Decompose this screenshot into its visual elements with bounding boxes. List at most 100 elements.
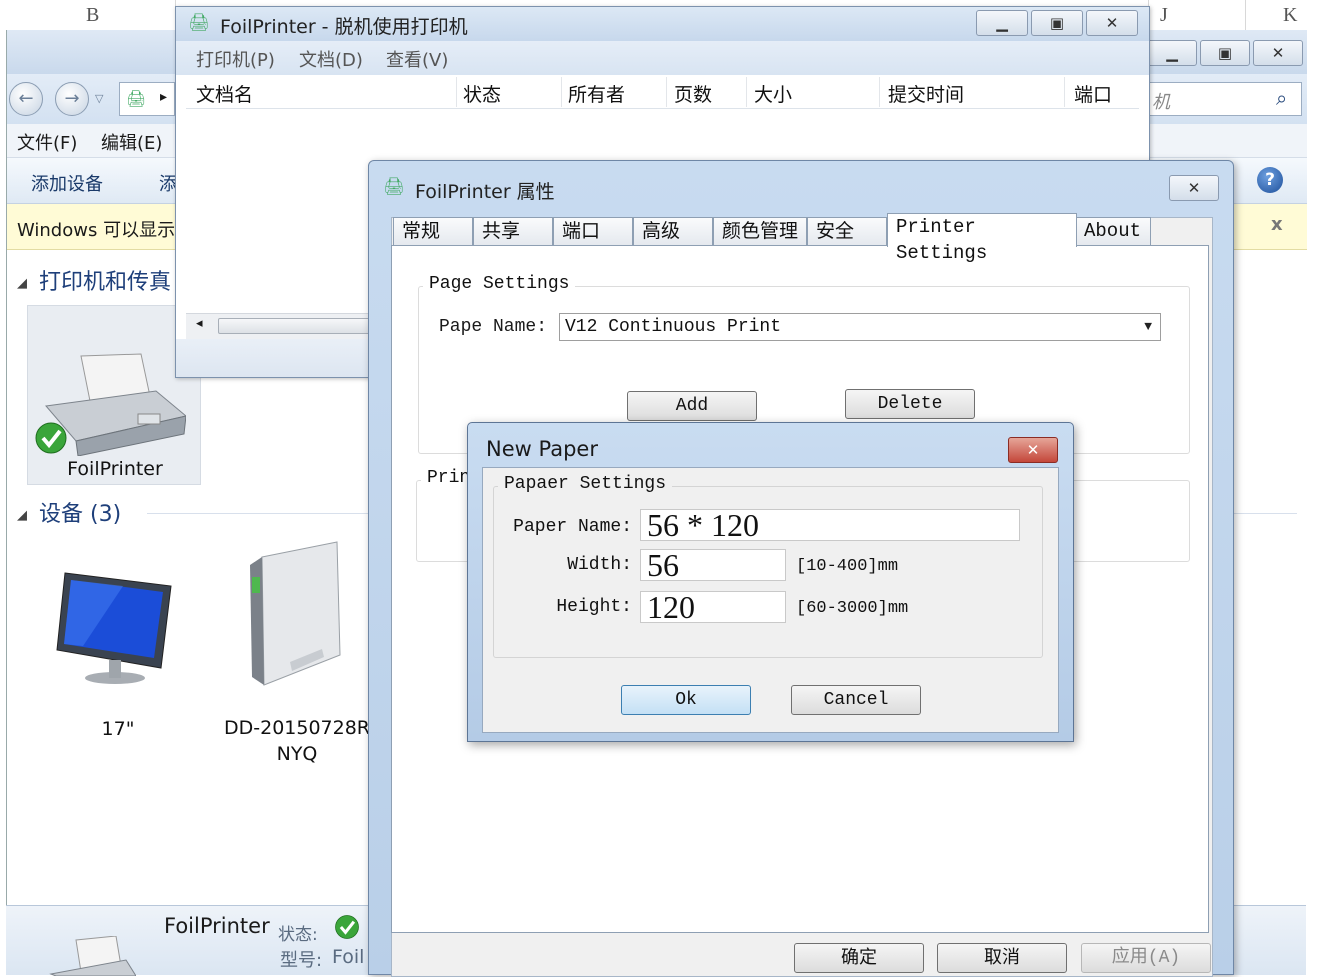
- device-tile-drive[interactable]: DD-20150728R NYQ: [217, 535, 377, 765]
- new-paper-title: New Paper: [486, 437, 598, 461]
- tab-general[interactable]: 常规: [393, 217, 473, 246]
- properties-close-button[interactable]: ✕: [1169, 175, 1219, 201]
- width-input[interactable]: 56: [640, 549, 786, 581]
- printer-thumbnail-icon: [49, 936, 136, 976]
- column-submitted[interactable]: 提交时间: [888, 80, 964, 107]
- queue-minimize-button[interactable]: ▁: [976, 10, 1028, 36]
- menu-file[interactable]: 文件(F): [17, 129, 77, 155]
- height-range: [60-3000]mm: [796, 599, 909, 618]
- height-input[interactable]: 120: [640, 591, 786, 623]
- add-paper-button[interactable]: Add: [627, 391, 757, 421]
- column-status[interactable]: 状态: [463, 80, 501, 107]
- column-port[interactable]: 端口: [1074, 80, 1112, 107]
- default-check-icon: [35, 422, 67, 454]
- paper-name-label: Pape Name:: [439, 317, 548, 337]
- menu-edit[interactable]: 编辑(E): [101, 129, 162, 155]
- back-arrow-icon: ←: [18, 88, 34, 109]
- width-label: Width:: [567, 555, 632, 575]
- print-queue-title-bar: 🖨 FoilPrinter - 脱机使用打印机 ▁ ▣ ✕: [176, 7, 1149, 41]
- search-input[interactable]: 机: [1152, 88, 1170, 114]
- tab-security[interactable]: 安全: [807, 217, 887, 246]
- new-paper-cancel-button[interactable]: Cancel: [791, 685, 921, 715]
- new-paper-body: Papaer Settings Paper Name: 56 * 120 Wid…: [482, 467, 1059, 733]
- column-header-b[interactable]: B: [86, 4, 99, 27]
- back-button[interactable]: ←: [9, 82, 43, 116]
- paper-name-input[interactable]: 56 * 120: [640, 509, 1020, 541]
- properties-title: FoilPrinter 属性: [415, 181, 555, 203]
- height-label: Height:: [556, 597, 632, 617]
- close-button[interactable]: ✕: [1253, 40, 1303, 66]
- minimize-icon: ▁: [996, 14, 1008, 32]
- scrollbar-thumb[interactable]: [218, 318, 388, 334]
- close-icon: ✕: [1026, 441, 1040, 459]
- printers-section-title[interactable]: 打印机和传真: [39, 264, 171, 296]
- new-paper-ok-button[interactable]: Ok: [621, 685, 751, 715]
- maximize-icon: ▣: [1217, 44, 1233, 62]
- info-bar-close-icon[interactable]: x: [1271, 214, 1283, 235]
- queue-maximize-button[interactable]: ▣: [1031, 10, 1083, 36]
- column-owner[interactable]: 所有者: [568, 80, 625, 107]
- device-label-drive-line2: NYQ: [276, 743, 318, 765]
- tab-printer-settings[interactable]: Printer Settings: [887, 213, 1077, 264]
- close-icon: ✕: [1187, 179, 1201, 197]
- help-icon[interactable]: ?: [1257, 167, 1283, 193]
- search-icon[interactable]: ⌕: [1276, 86, 1287, 110]
- search-box[interactable]: 机 ⌕: [1147, 82, 1302, 116]
- details-model-value: Foil: [332, 946, 365, 968]
- print-queue-menu-bar: 打印机(P) 文档(D) 查看(V): [176, 41, 1149, 75]
- menu-printer[interactable]: 打印机(P): [196, 46, 275, 72]
- width-range: [10-400]mm: [796, 557, 899, 576]
- add-device-button[interactable]: 添加设备: [31, 170, 103, 196]
- apply-button[interactable]: 应用(A): [1081, 943, 1211, 973]
- forward-button[interactable]: →: [55, 82, 89, 116]
- tab-sharing[interactable]: 共享: [473, 217, 553, 246]
- scroll-left-icon[interactable]: ◂: [196, 316, 203, 331]
- maximize-button[interactable]: ▣: [1200, 40, 1250, 66]
- devices-section-title[interactable]: 设备 (3): [39, 496, 121, 528]
- paper-name-selected: V12 Continuous Print: [565, 317, 782, 337]
- minimize-icon: ▁: [1166, 44, 1178, 62]
- column-header-j[interactable]: J: [1160, 4, 1168, 27]
- column-size[interactable]: 大小: [754, 80, 792, 107]
- new-paper-dialog: New Paper ✕ Papaer Settings Paper Name: …: [467, 422, 1074, 742]
- ok-button[interactable]: 确定: [794, 943, 924, 973]
- device-tile-monitor[interactable]: 17": [43, 560, 193, 740]
- history-dropdown-icon[interactable]: ▽: [95, 92, 103, 105]
- breadcrumb-arrow-icon[interactable]: ▸: [160, 89, 167, 105]
- maximize-icon: ▣: [1049, 14, 1065, 32]
- paper-name-select[interactable]: V12 Continuous Print ▼: [559, 313, 1161, 341]
- menu-view[interactable]: 查看(V): [386, 46, 448, 72]
- paper-name-label: Paper Name:: [513, 517, 632, 537]
- minimize-button[interactable]: ▁: [1147, 40, 1197, 66]
- status-ok-icon: [335, 915, 359, 939]
- menu-document[interactable]: 文档(D): [299, 46, 363, 72]
- tab-advanced[interactable]: 高级: [633, 217, 713, 246]
- column-pages[interactable]: 页数: [674, 80, 712, 107]
- column-document-name[interactable]: 文档名: [196, 80, 253, 107]
- tab-ports[interactable]: 端口: [553, 217, 633, 246]
- delete-paper-button[interactable]: Delete: [845, 389, 975, 419]
- collapse-arrow-icon[interactable]: ◢: [17, 508, 27, 523]
- print-queue-title: FoilPrinter - 脱机使用打印机: [220, 16, 468, 38]
- print-queue-column-headers: 文档名 状态 所有者 页数 大小 提交时间 端口: [186, 75, 1139, 109]
- tab-color-management[interactable]: 颜色管理: [713, 217, 807, 246]
- address-bar[interactable]: 🖨 ▸: [119, 82, 175, 116]
- column-header-k[interactable]: K: [1283, 4, 1297, 27]
- monitor-icon: [56, 572, 172, 684]
- new-paper-close-button[interactable]: ✕: [1008, 437, 1058, 463]
- paper-settings-group: Papaer Settings Paper Name: 56 * 120 Wid…: [493, 474, 1043, 658]
- page-settings-group-title: Page Settings: [423, 274, 576, 294]
- device-label-drive: DD-20150728R: [223, 717, 371, 739]
- info-bar-text: Windows 可以显示: [17, 220, 176, 241]
- tab-about[interactable]: About: [1075, 217, 1151, 246]
- printer-title-icon: 🖨: [383, 177, 405, 197]
- close-icon: ✕: [1105, 14, 1119, 32]
- queue-close-button[interactable]: ✕: [1086, 10, 1138, 36]
- printer-tile-label: FoilPrinter: [67, 458, 163, 480]
- details-model-label: 型号:: [280, 950, 323, 971]
- device-label-monitor: 17": [101, 718, 135, 740]
- cancel-button[interactable]: 取消: [937, 943, 1067, 973]
- chevron-down-icon[interactable]: ▼: [1144, 314, 1152, 340]
- collapse-arrow-icon[interactable]: ◢: [17, 276, 27, 291]
- paper-settings-group-title: Papaer Settings: [498, 474, 673, 494]
